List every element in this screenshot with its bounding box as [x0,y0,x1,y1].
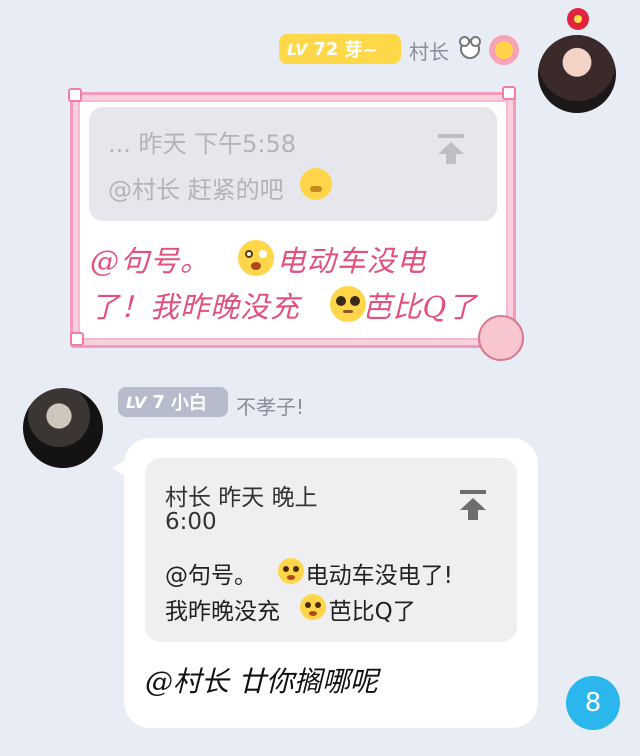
frame-corner-icon [502,86,516,100]
quote-time: 6:00 [165,509,217,535]
frame-corner-icon [68,88,82,102]
quote-text-fragment: 芭比Q了 [328,599,416,625]
unread-count-badge[interactable]: 8 [566,676,620,730]
avatar-sender-1[interactable] [538,35,616,113]
message-text-fragment: 芭比Q了 [362,290,478,324]
frame-corner-icon [70,332,84,346]
quote-text: @村长 赶紧的吧 [108,176,284,204]
quote-text-line: @句号。 电动车没电了! [165,556,453,590]
level-label: LV [126,392,147,412]
level-label: LV [287,39,308,59]
bear-icon [459,36,481,59]
badge-title: 芽~ [344,40,378,61]
flower-icon [567,8,589,30]
message-text-fragment: 了！我昨晚没充 [90,290,301,324]
sender-name-1[interactable]: 村长 [409,36,449,65]
reply-text: @村长 廿你搁哪呢 [145,665,378,698]
thinking-emoji-icon [300,168,332,200]
quote-text-fragment: 电动车没电了! [305,563,453,589]
quote-header: ... 昨天 下午5:58 [108,130,297,158]
mention-text: @句号。 [165,563,257,589]
message-text-line-2: 了！我昨晚没充 芭比Q了 [90,284,477,326]
shocked-emoji-icon [278,558,304,584]
shocked-emoji-icon [238,240,274,276]
pin-top-icon[interactable] [438,134,464,164]
mention-text: @句号。 [90,244,211,278]
quote-header: 村长 昨天 晚上 [165,485,318,511]
quote-text-fragment: 我昨晚没充 [165,599,280,625]
sticker-decoration-icon [478,315,524,361]
avatar-sender-2[interactable] [23,388,103,468]
level-badge-sender-1: LV 72 芽~ [279,34,401,64]
flower-icon [489,35,519,65]
pleading-emoji-icon [330,286,366,322]
pin-top-icon[interactable] [460,490,486,520]
quote-text-line: 我昨晚没充 芭比Q了 [165,592,416,626]
sender-name-2[interactable]: 不孝子! [236,391,304,420]
level-number: 7 [152,391,165,413]
pleading-emoji-icon [300,594,326,620]
message-text-fragment: 电动车没电 [276,244,427,278]
level-number: 72 [313,38,339,60]
level-badge-sender-2: LV 7 小白 [118,387,228,417]
badge-title: 小白 [170,393,207,414]
